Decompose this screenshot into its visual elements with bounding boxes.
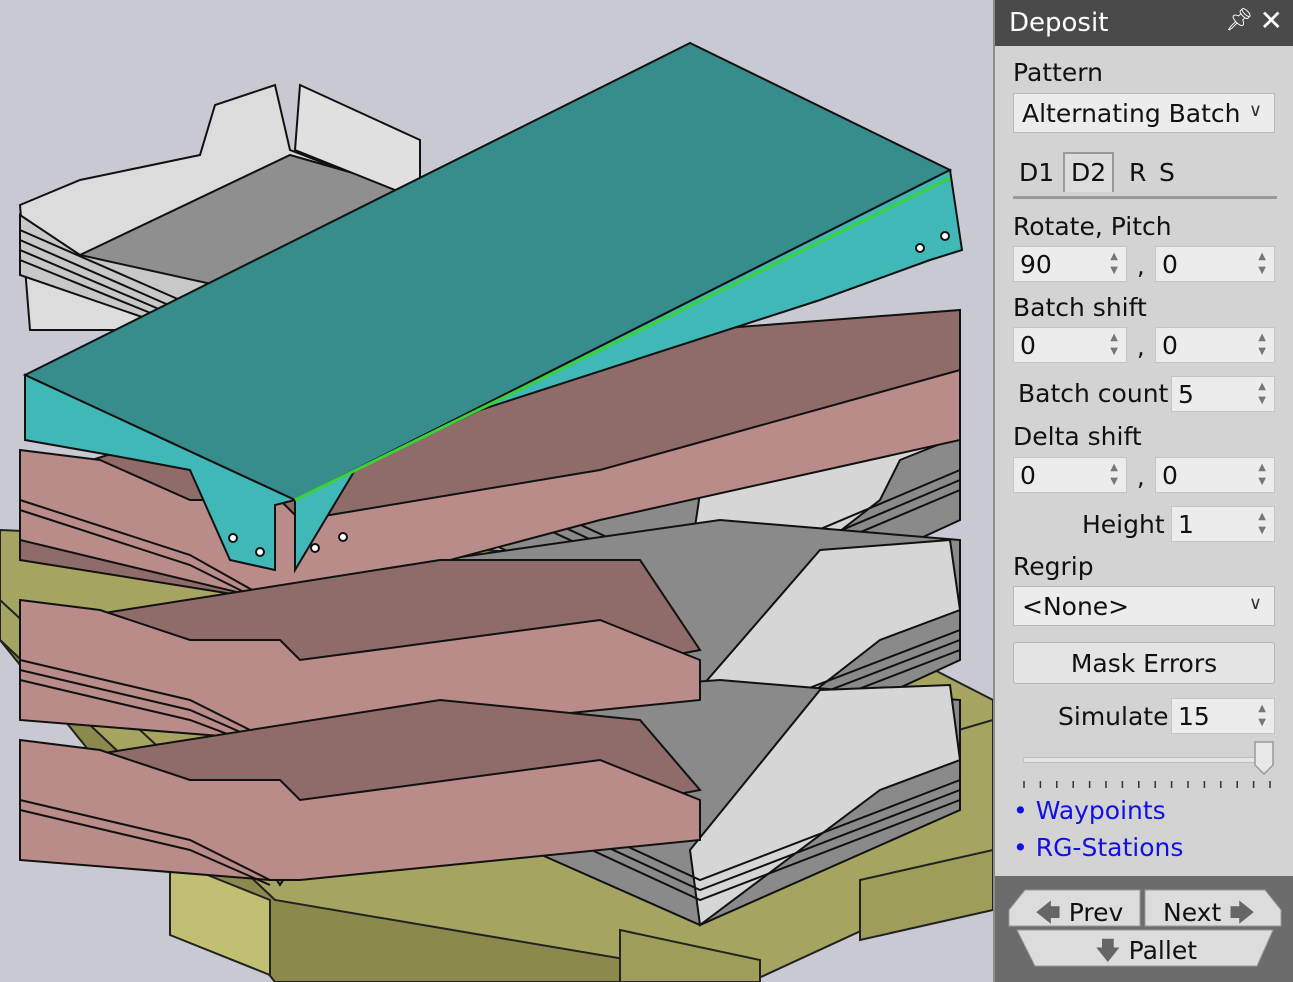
batch-shift-x-value: 0 (1020, 331, 1036, 360)
pattern-value: Alternating Batch (1022, 99, 1241, 128)
batch-count-input[interactable]: 5 ▲ ▼ (1171, 376, 1275, 412)
spin-down-icon[interactable]: ▼ (1258, 346, 1266, 357)
spin-up-icon[interactable]: ▲ (1258, 381, 1266, 392)
pitch-input[interactable]: 0 ▲ ▼ (1155, 246, 1275, 282)
slider-ticks (1023, 781, 1271, 788)
arrow-down-icon: 🡇 (1095, 936, 1121, 965)
3d-viewport[interactable] (0, 0, 993, 982)
tab-d1[interactable]: D1 (1019, 158, 1054, 187)
spin-up-icon[interactable]: ▲ (1258, 462, 1266, 473)
rotate-pitch-label: Rotate, Pitch (1013, 212, 1172, 241)
pitch-value: 0 (1162, 250, 1178, 279)
chevron-down-icon: ∨ (1248, 100, 1262, 121)
comma-separator: , (1137, 333, 1145, 361)
delta-shift-y-input[interactable]: 0 ▲ ▼ (1155, 457, 1275, 493)
waypoints-link[interactable]: • Waypoints (1013, 796, 1166, 825)
prev-button[interactable]: 🡄 Prev (1035, 894, 1123, 937)
regrip-value: <None> (1022, 592, 1130, 621)
arrow-left-icon: 🡄 (1035, 898, 1061, 927)
delta-shift-x-value: 0 (1020, 461, 1036, 490)
navigation-box: 🡄 Prev Next 🡆 🡇 Pallet (995, 876, 1293, 982)
spin-up-icon[interactable]: ▲ (1258, 251, 1266, 262)
arrow-right-icon: 🡆 (1229, 898, 1256, 927)
delta-shift-y-value: 0 (1162, 461, 1178, 490)
spin-up-icon[interactable]: ▲ (1258, 332, 1266, 343)
spin-down-icon[interactable]: ▼ (1258, 525, 1266, 536)
close-icon[interactable]: ✕ (1260, 4, 1283, 37)
prev-label: Prev (1068, 898, 1124, 927)
simulate-label: Simulate (1058, 702, 1169, 731)
height-label: Height (1082, 510, 1165, 539)
next-button[interactable]: Next 🡆 (1163, 894, 1255, 937)
batch-shift-y-value: 0 (1162, 331, 1178, 360)
spin-down-icon[interactable]: ▼ (1258, 395, 1266, 406)
pattern-label: Pattern (1013, 58, 1103, 87)
regrip-dropdown[interactable]: <None> ∨ (1013, 586, 1275, 626)
simulate-input[interactable]: 15 ▲ ▼ (1171, 698, 1275, 734)
spin-down-icon[interactable]: ▼ (1110, 476, 1118, 487)
batch-count-label: Batch count (1018, 379, 1169, 408)
comma-separator: , (1137, 252, 1145, 280)
simulate-slider-track[interactable] (1023, 757, 1273, 763)
batch-shift-y-input[interactable]: 0 ▲ ▼ (1155, 327, 1275, 363)
spin-up-icon[interactable]: ▲ (1258, 703, 1266, 714)
pallet-button[interactable]: 🡇 Pallet (1095, 932, 1197, 975)
delta-shift-label: Delta shift (1013, 422, 1142, 451)
pattern-dropdown[interactable]: Alternating Batch ∨ (1013, 93, 1275, 133)
rg-stations-link[interactable]: • RG-Stations (1013, 833, 1183, 862)
height-value: 1 (1178, 510, 1194, 539)
tab-r[interactable]: R (1129, 158, 1146, 187)
tab-strip: D1 D2 R S (1013, 152, 1277, 199)
spin-down-icon[interactable]: ▼ (1258, 265, 1266, 276)
tab-s[interactable]: S (1159, 158, 1175, 187)
spin-down-icon[interactable]: ▼ (1110, 265, 1118, 276)
next-label: Next (1163, 898, 1222, 927)
pallet-scene (0, 41, 993, 982)
pallet-label: Pallet (1128, 936, 1198, 965)
regrip-label: Regrip (1013, 552, 1094, 581)
spin-up-icon[interactable]: ▲ (1110, 332, 1118, 343)
deposit-panel: Deposit 📌︎ ✕ Pattern Alternating Batch ∨… (993, 0, 1293, 982)
spin-down-icon[interactable]: ▼ (1258, 717, 1266, 728)
batch-shift-x-input[interactable]: 0 ▲ ▼ (1013, 327, 1127, 363)
mask-errors-button[interactable]: Mask Errors (1013, 642, 1275, 684)
rotate-input[interactable]: 90 ▲ ▼ (1013, 246, 1127, 282)
batch-count-value: 5 (1178, 380, 1194, 409)
panel-titlebar: Deposit 📌︎ ✕ (995, 0, 1293, 46)
spin-down-icon[interactable]: ▼ (1110, 346, 1118, 357)
chevron-down-icon: ∨ (1248, 593, 1262, 614)
rotate-value: 90 (1020, 250, 1052, 279)
spin-up-icon[interactable]: ▲ (1258, 511, 1266, 522)
height-input[interactable]: 1 ▲ ▼ (1171, 506, 1275, 542)
simulate-slider-thumb[interactable] (1254, 741, 1274, 775)
spin-up-icon[interactable]: ▲ (1110, 462, 1118, 473)
panel-title: Deposit (1009, 8, 1109, 38)
delta-shift-x-input[interactable]: 0 ▲ ▼ (1013, 457, 1127, 493)
pin-icon[interactable]: 📌︎ (1225, 8, 1253, 33)
simulate-value: 15 (1178, 702, 1210, 731)
spin-up-icon[interactable]: ▲ (1110, 251, 1118, 262)
spin-down-icon[interactable]: ▼ (1258, 476, 1266, 487)
comma-separator: , (1137, 463, 1145, 491)
batch-shift-label: Batch shift (1013, 293, 1147, 322)
tab-d2[interactable]: D2 (1063, 152, 1115, 192)
